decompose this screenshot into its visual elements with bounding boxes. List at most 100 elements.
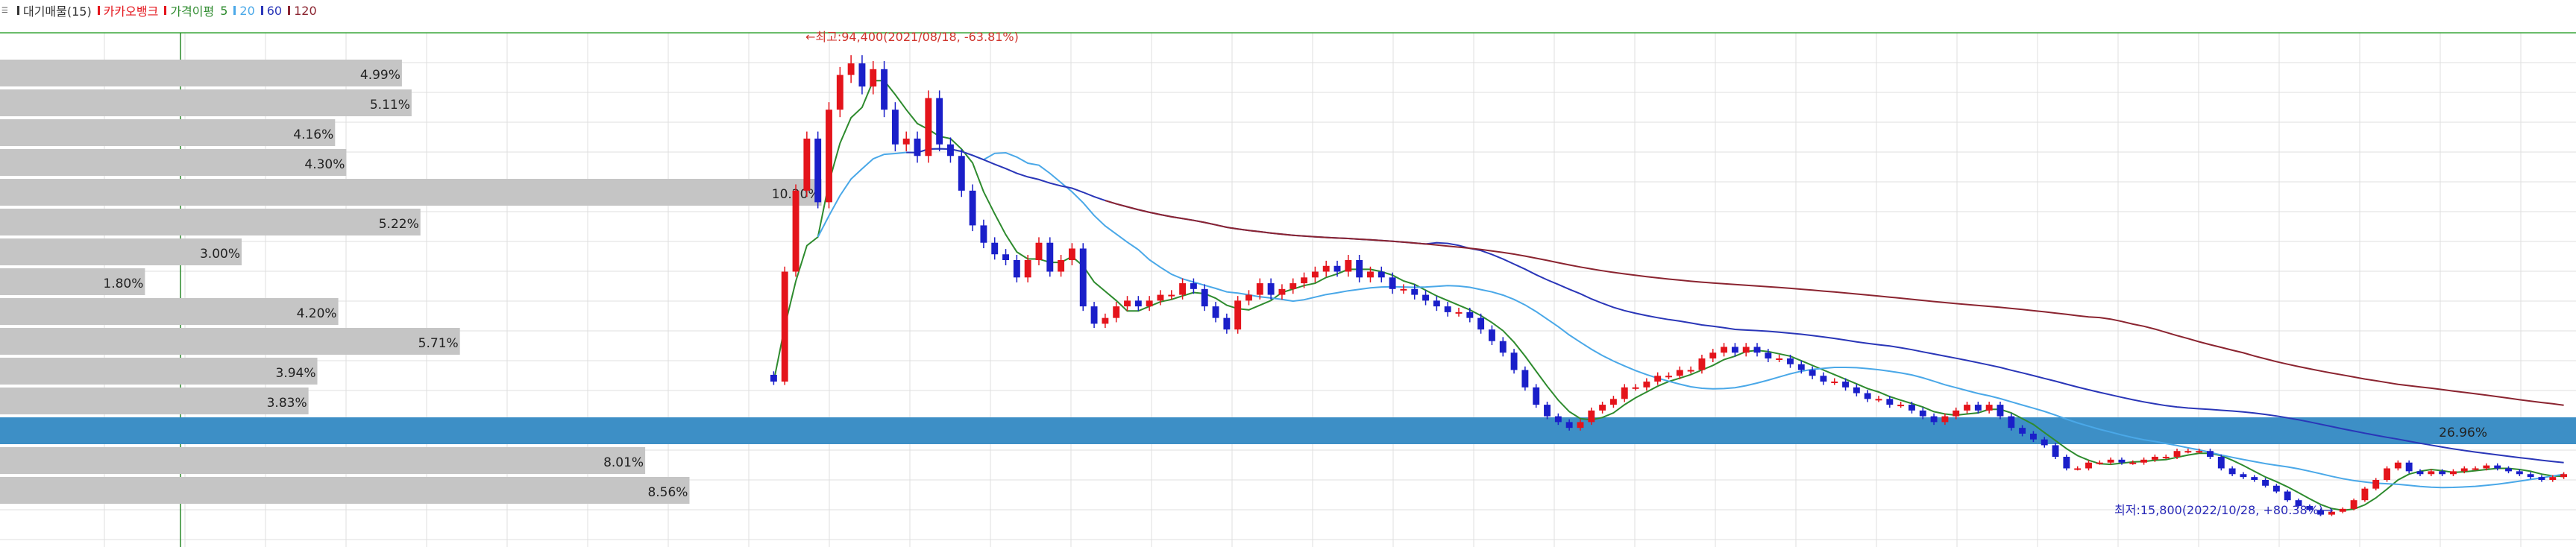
candle-body (1577, 422, 1584, 429)
candle-body (1201, 288, 1208, 307)
volume-profile-bar (0, 417, 2576, 444)
candle-body (1853, 387, 1860, 393)
candle-body (1875, 399, 1882, 401)
candle-body (1544, 405, 1551, 417)
candle-body (1367, 271, 1374, 278)
candle-body (1953, 410, 1960, 417)
candle-body (2527, 474, 2534, 478)
candle-body (2184, 451, 2192, 453)
candle-body (1964, 405, 1970, 411)
candle-body (1322, 265, 1330, 272)
candle-body (2107, 459, 2114, 463)
candle-body (2372, 480, 2380, 489)
candle-body (891, 110, 899, 145)
candle-body (1909, 405, 1915, 411)
candle-body (1709, 352, 1717, 358)
candle-body (1897, 405, 1905, 407)
candle-body (1985, 405, 1993, 411)
volume-profile-label: 8.01% (603, 455, 644, 470)
candle-body (1102, 317, 1109, 324)
volume-profile-label: 3.94% (276, 366, 316, 381)
candle-body (2405, 462, 2413, 472)
volume-profile-label: 4.20% (297, 306, 337, 321)
candle-body (1919, 410, 1926, 417)
candle-body (814, 138, 822, 203)
candle-body (1565, 422, 1573, 429)
candle-body (1046, 242, 1054, 272)
candle-body (2449, 471, 2457, 475)
candle-body (980, 225, 987, 243)
candle-body (1212, 306, 1219, 318)
candle-body (2251, 477, 2258, 481)
volume-profile-bar (0, 60, 402, 86)
candle-body (1886, 399, 1894, 405)
candle-body (2096, 462, 2103, 464)
candle-body (1742, 347, 1750, 353)
candle-body (1278, 288, 1286, 295)
low-annotation: 최저:15,800(2022/10/28, +80.38%)→ (2114, 503, 2334, 517)
candle-body (1190, 283, 1197, 289)
price-chart[interactable]: 4.99%5.11%4.16%4.30%10.20%5.22%3.00%1.80… (0, 0, 2576, 547)
candle-body (1157, 294, 1164, 301)
candle-body (2074, 468, 2082, 470)
candle-body (1974, 405, 1982, 411)
candle-body (1433, 300, 1440, 307)
candle-body (1035, 242, 1043, 261)
candle-body (858, 63, 866, 87)
candle-body (792, 190, 799, 272)
candle-body (2240, 474, 2247, 478)
candle-body (2019, 428, 2026, 434)
candle-body (1013, 260, 1020, 278)
candle-body (2118, 459, 2126, 463)
volume-profile-bar (0, 358, 318, 385)
candle-body (1002, 254, 1009, 261)
candle-body (1765, 352, 1772, 358)
candle-body (1820, 376, 1827, 382)
volume-profile-bar (0, 149, 347, 176)
candle-body (2063, 456, 2070, 469)
ma-line-60 (906, 148, 2564, 464)
candle-body (2384, 468, 2390, 481)
volume-profile-bar (0, 477, 690, 504)
candle-body (2029, 433, 2037, 440)
candle-body (1389, 277, 1396, 289)
candle-body (2085, 462, 2092, 469)
candle-body (2439, 471, 2446, 475)
candle-body (2549, 477, 2557, 481)
volume-profile-label: 1.80% (103, 276, 143, 291)
volume-profile-label: 5.22% (379, 217, 419, 232)
candle-body (1466, 312, 1474, 318)
candle-body (1554, 416, 1562, 423)
candle-body (847, 63, 855, 75)
candle-body (1621, 387, 1628, 399)
candle-body (1179, 283, 1187, 295)
volume-profile-label: 5.71% (418, 336, 459, 351)
candle-body (1721, 347, 1728, 353)
moving-average-lines (773, 80, 2564, 511)
candle-body (2162, 456, 2170, 458)
candle-body (2361, 488, 2369, 501)
candle-body (1024, 260, 1031, 278)
candle-body (2350, 500, 2357, 509)
candle-body (1698, 358, 1706, 370)
candle-body (947, 144, 954, 156)
candle-body (1643, 382, 1650, 388)
candle-body (2428, 471, 2435, 475)
candle-body (902, 138, 910, 145)
candle-body (1245, 294, 1252, 301)
volume-profile-label: 3.00% (200, 247, 240, 262)
volume-profile-bar (0, 209, 421, 235)
candle-body (1345, 260, 1352, 272)
volume-profile-bar (0, 388, 309, 414)
candle-body (1400, 288, 1407, 291)
candle-body (2129, 462, 2137, 464)
volume-profile-label: 4.16% (293, 127, 333, 142)
candle-body (2494, 465, 2501, 469)
candle-body (2196, 451, 2203, 453)
candle-body (925, 98, 932, 156)
candle-body (1411, 288, 1419, 295)
candle-body (2516, 471, 2523, 475)
candle-body (1289, 283, 1297, 289)
candle-body (1687, 370, 1694, 372)
candle-body (2339, 508, 2346, 512)
